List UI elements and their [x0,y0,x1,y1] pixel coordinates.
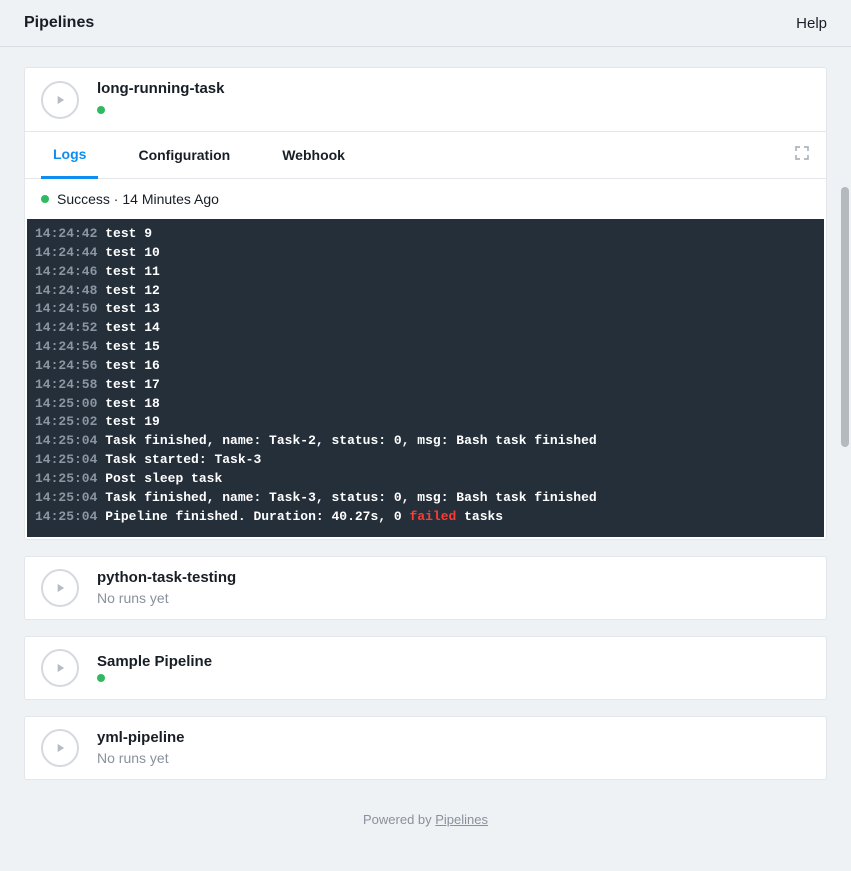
run-button[interactable] [41,81,79,119]
tab-webhook[interactable]: Webhook [270,133,357,177]
topbar: Pipelines Help [0,0,851,47]
pipeline-status-dot-row [97,101,225,119]
log-line: 14:24:58 test 17 [35,376,816,395]
pipeline-info: yml-pipeline No runs yet [97,729,185,766]
pipeline-header: Sample Pipeline [25,637,826,699]
status-text: Success · 14 Minutes Ago [57,191,219,207]
pipeline-sub: No runs yet [97,750,185,766]
log-line: 14:25:04 Task finished, name: Task-2, st… [35,432,816,451]
tabs-row: Logs Configuration Webhook [25,131,826,179]
pipeline-sub: No runs yet [97,590,236,606]
pipeline-list: python-task-testing No runs yet Sample Pip… [24,556,827,780]
log-line: 14:25:04 Task finished, name: Task-3, st… [35,489,816,508]
page-title: Pipelines [24,14,94,32]
pipeline-name: Sample Pipeline [97,653,212,670]
help-link[interactable]: Help [796,15,827,32]
pipeline-info: python-task-testing No runs yet [97,569,236,606]
pipeline-card[interactable]: Sample Pipeline [24,636,827,700]
log-line: 14:25:04 Task started: Task-3 [35,451,816,470]
status-row: Success · 14 Minutes Ago [25,179,826,219]
footer-text: Powered by [363,812,435,827]
play-icon [53,661,67,675]
footer: Powered by Pipelines [24,796,827,851]
log-line: 14:25:04 Post sleep task [35,470,816,489]
pipeline-info: long-running-task [97,80,225,119]
pipeline-name: python-task-testing [97,569,236,586]
pipeline-info: Sample Pipeline [97,653,212,682]
log-line: 14:24:42 test 9 [35,225,816,244]
log-line: 14:25:02 test 19 [35,413,816,432]
run-button[interactable] [41,729,79,767]
log-line: 14:24:50 test 13 [35,300,816,319]
scrollbar[interactable] [841,187,849,447]
pipeline-header: yml-pipeline No runs yet [25,717,826,779]
log-line: 14:24:46 test 11 [35,263,816,282]
play-icon [53,741,67,755]
pipeline-name: yml-pipeline [97,729,185,746]
tab-configuration[interactable]: Configuration [126,133,242,177]
tab-logs[interactable]: Logs [41,132,98,179]
pipeline-header: python-task-testing No runs yet [25,557,826,619]
expand-icon[interactable] [794,145,810,166]
log-line: 14:25:00 test 18 [35,395,816,414]
run-button[interactable] [41,569,79,607]
status-dot-icon [41,195,49,203]
pipeline-name[interactable]: long-running-task [97,80,225,97]
log-line: 14:24:52 test 14 [35,319,816,338]
play-icon [53,581,67,595]
log-line: 14:24:44 test 10 [35,244,816,263]
logs-panel[interactable]: 14:24:42 test 914:24:44 test 1014:24:46 … [27,219,824,537]
footer-link[interactable]: Pipelines [435,812,488,827]
run-button[interactable] [41,649,79,687]
log-line: 14:24:54 test 15 [35,338,816,357]
status-dot-icon [97,674,105,682]
play-icon [53,93,67,107]
pipeline-card[interactable]: python-task-testing No runs yet [24,556,827,620]
pipeline-card[interactable]: yml-pipeline No runs yet [24,716,827,780]
pipeline-header: long-running-task [25,68,826,131]
log-line: 14:25:04 Pipeline finished. Duration: 40… [35,508,816,527]
content: long-running-task Logs Configuration Web… [0,47,851,871]
status-dot-icon [97,106,105,114]
log-line: 14:24:56 test 16 [35,357,816,376]
log-line: 14:24:48 test 12 [35,282,816,301]
pipeline-card-expanded: long-running-task Logs Configuration Web… [24,67,827,540]
